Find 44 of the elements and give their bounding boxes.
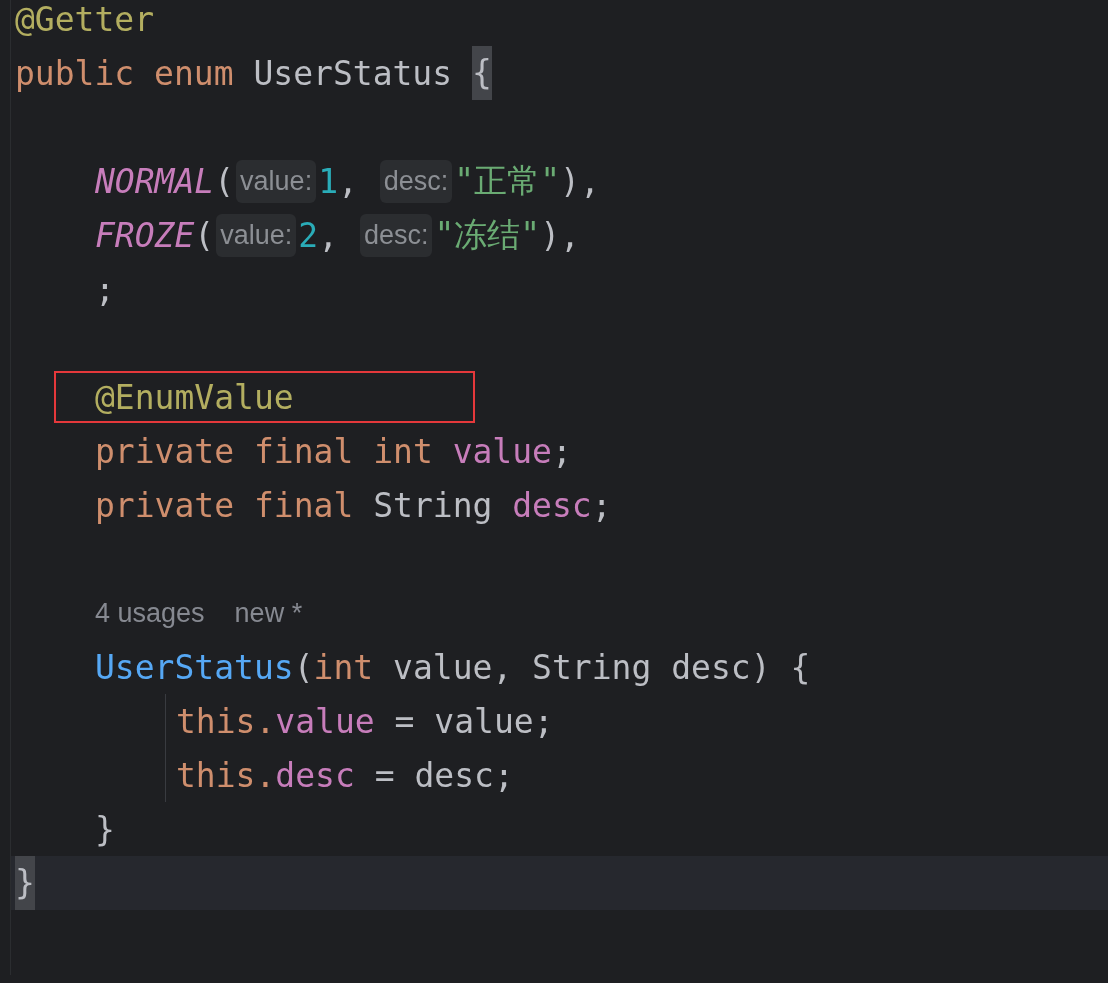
- usage-hint[interactable]: new *: [234, 597, 303, 629]
- annotation-text: @EnumValue: [95, 377, 294, 417]
- code-text: String: [373, 485, 494, 525]
- constant-text: NORMAL: [95, 161, 215, 201]
- method-name: UserStatus: [95, 647, 294, 687]
- constant-text: FROZE: [95, 215, 195, 255]
- parameter-hint: desc:: [359, 213, 433, 257]
- parameter-hint: value:: [236, 159, 317, 203]
- code-text: ),: [560, 161, 600, 201]
- parameter-hint: value:: [216, 213, 297, 257]
- keyword-text: public: [15, 53, 136, 93]
- number-text: 2: [298, 215, 319, 255]
- code-text: ,: [338, 161, 359, 201]
- field-text: value: [452, 431, 552, 471]
- keyword-text: private final int: [95, 431, 434, 471]
- code-text: UserStatus: [253, 53, 454, 93]
- keyword-text: int: [313, 647, 375, 687]
- code-text: (: [293, 647, 314, 687]
- code-text: ;: [591, 485, 612, 525]
- code-text: = value;: [393, 701, 554, 741]
- string-text: "冻结": [434, 213, 541, 256]
- code-text: ,: [318, 215, 340, 255]
- code-text: (: [194, 215, 215, 255]
- code-text: = desc;: [373, 755, 514, 795]
- number-text: 1: [318, 161, 339, 201]
- code-text: ;: [95, 269, 115, 309]
- code-text: }: [95, 809, 115, 849]
- keyword-text: this.: [176, 701, 276, 741]
- code-text: ;: [551, 431, 572, 471]
- code-text: ),: [540, 215, 580, 255]
- keyword-text: this.: [176, 755, 276, 795]
- keyword-text: enum: [154, 53, 235, 93]
- keyword-text: private final: [95, 485, 355, 525]
- matched-brace: }: [15, 856, 35, 910]
- code-text: value, String desc) {: [393, 647, 811, 687]
- annotation-text: @Getter: [15, 0, 155, 39]
- parameter-hint: desc:: [379, 159, 453, 203]
- field-text: desc: [275, 755, 355, 795]
- usage-hint[interactable]: 4 usages: [95, 597, 205, 629]
- matched-brace: {: [471, 46, 492, 100]
- field-text: value: [275, 701, 375, 741]
- string-text: "正常": [454, 159, 561, 202]
- field-text: desc: [512, 485, 592, 525]
- code-text: (: [214, 161, 235, 201]
